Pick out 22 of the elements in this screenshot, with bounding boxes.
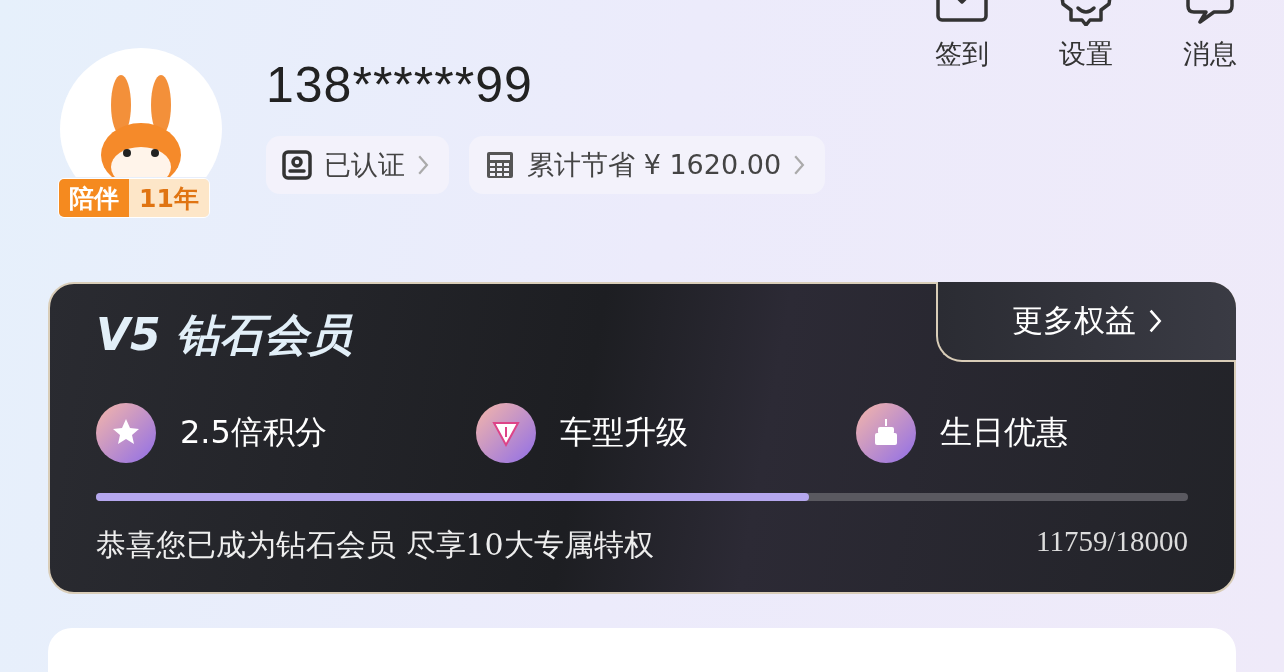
chevron-right-icon — [793, 154, 806, 176]
membership-message: 恭喜您已成为钻石会员 尽享10大专属特权 — [96, 526, 654, 564]
cake-badge-icon — [856, 403, 916, 463]
chevron-right-icon — [1147, 308, 1163, 334]
more-benefits-button[interactable]: 更多权益 — [936, 282, 1236, 362]
header-action-button[interactable]: 签到 — [928, 0, 996, 72]
phone-number: 138******99 — [266, 56, 534, 114]
years-badge: 陪伴 11年 — [58, 178, 210, 218]
star-badge-icon — [96, 403, 156, 463]
benefit-label: 生日优惠 — [940, 412, 1068, 453]
chevron-right-icon — [417, 154, 430, 176]
info-chip[interactable]: 已认证 — [266, 136, 450, 194]
info-chip[interactable]: 累计节省 ¥ 1620.00 — [469, 136, 826, 194]
points-count: 11759/18000 — [1036, 525, 1188, 559]
header-action-button[interactable]: 设置 — [1052, 0, 1120, 72]
membership-title: V5 钻石会员 — [96, 308, 352, 362]
header-action-button[interactable]: 消息 — [1176, 0, 1244, 72]
benefit-label: 车型升级 — [560, 412, 688, 453]
settings-icon — [1058, 0, 1114, 26]
id-card-icon — [282, 150, 312, 180]
calculator-icon — [485, 150, 516, 180]
benefit-label: 2.5倍积分 — [180, 412, 327, 453]
